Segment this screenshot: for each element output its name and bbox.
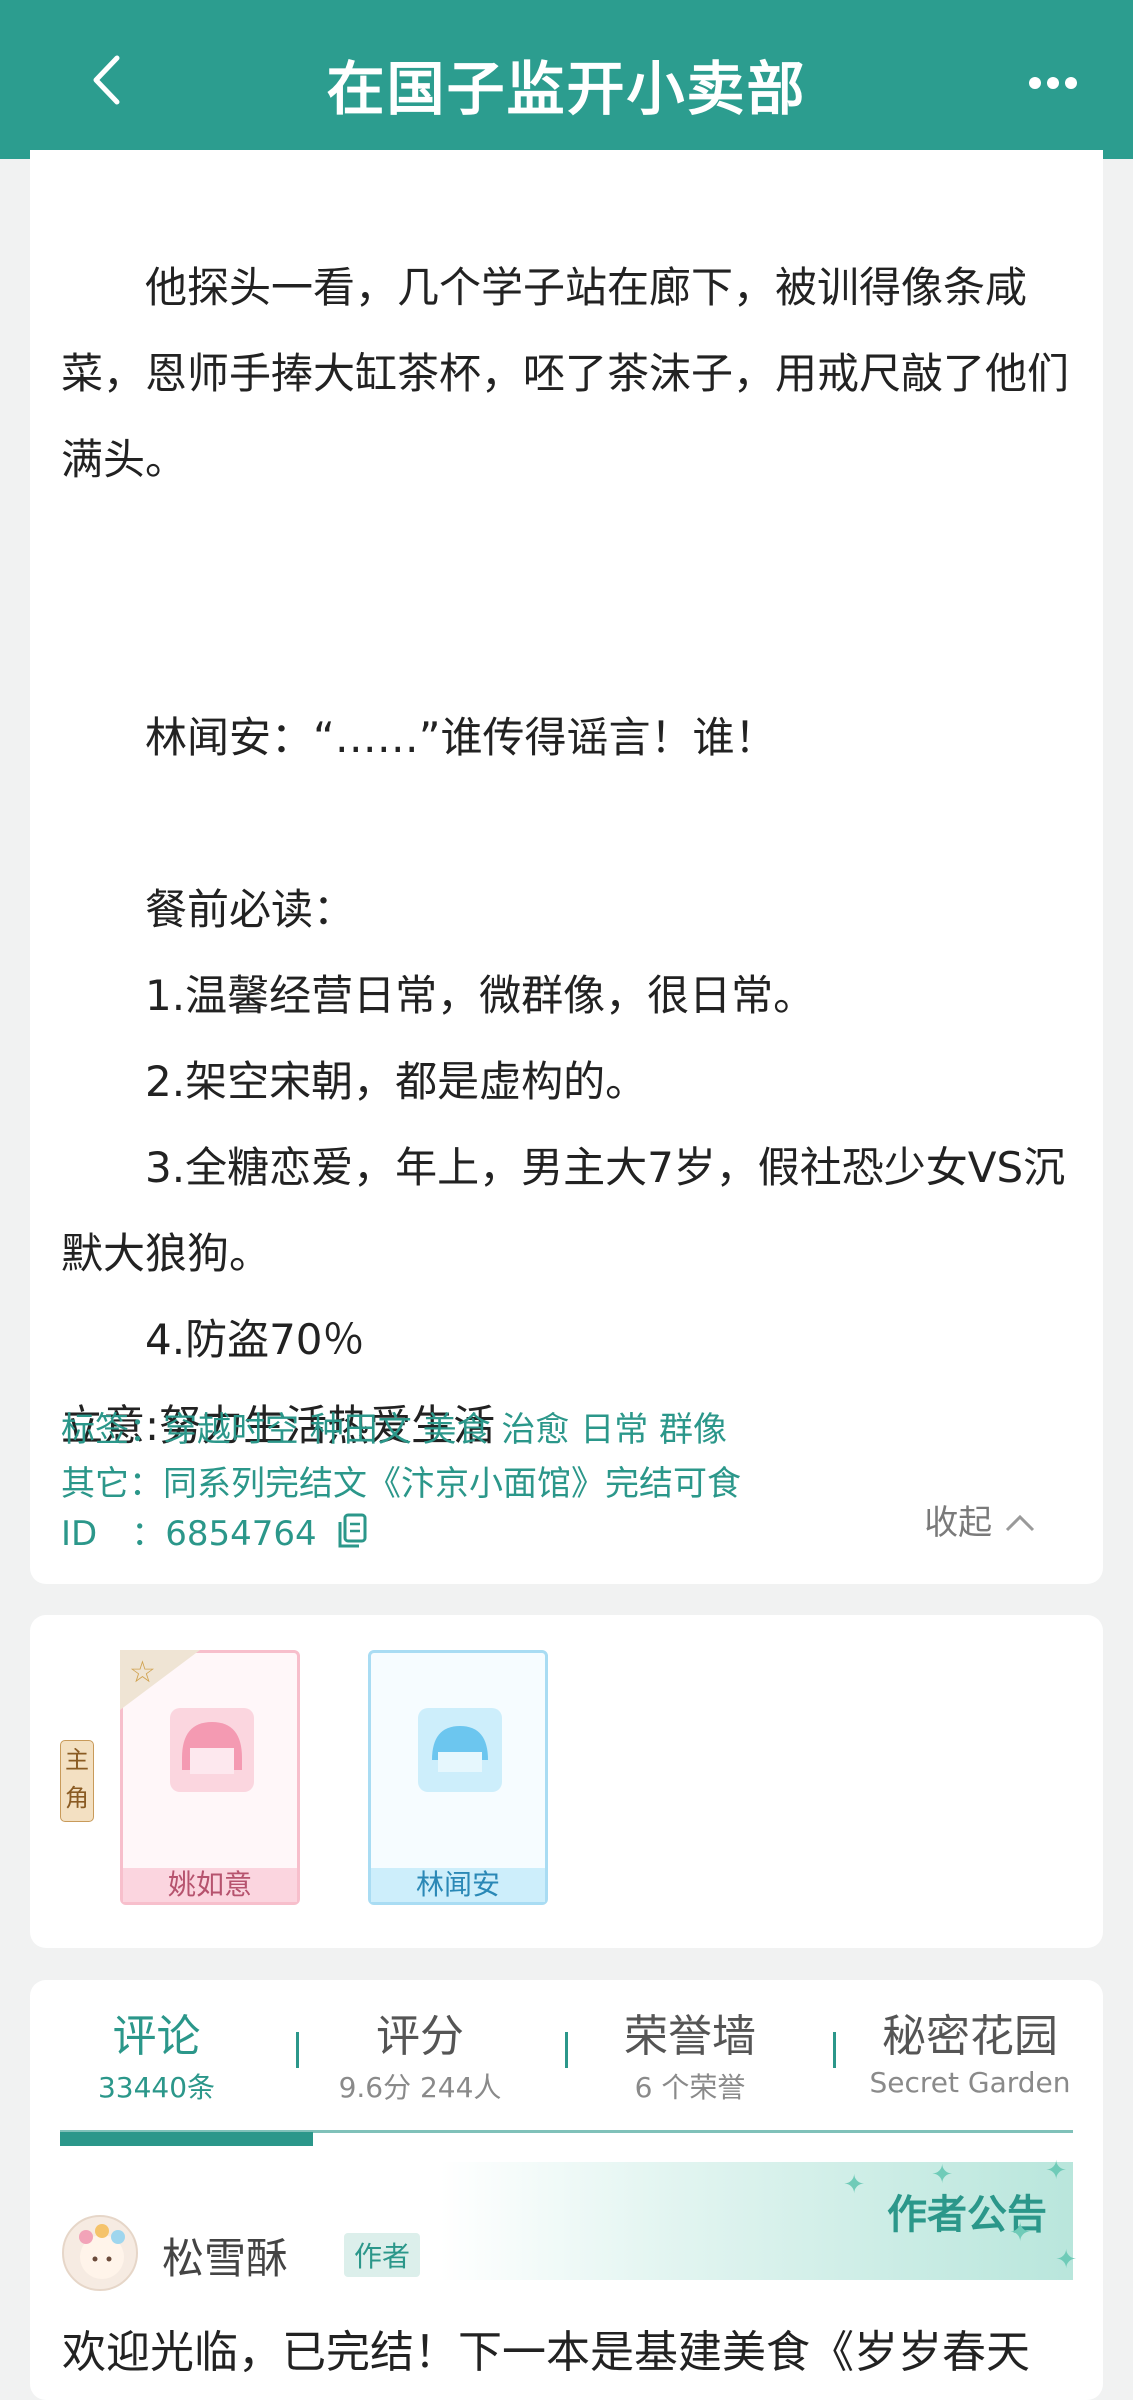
lead-role-tag: 主角 — [60, 1740, 94, 1822]
copy-icon[interactable] — [337, 1513, 367, 1558]
tags-label: 标签： — [61, 1410, 163, 1450]
tab-comments[interactable]: 评论 33440条 — [60, 2000, 253, 2106]
sparkle-icon: ✦ — [931, 2160, 953, 2190]
star-icon: ☆ — [129, 1655, 156, 1690]
character-card[interactable]: 林闻安 — [368, 1650, 548, 1905]
other-row: 其它：同系列完结文《汴京小面馆》完结可食 — [61, 1456, 741, 1505]
sparkle-icon: ✦ — [1055, 2245, 1077, 2275]
other-text[interactable]: 同系列完结文《汴京小面馆》完结可食 — [163, 1464, 741, 1504]
id-row: ID ：6854764 — [61, 1506, 367, 1558]
tab-title: 评分 — [376, 2011, 464, 2062]
id-label: ID ： — [61, 1514, 166, 1554]
character-avatar — [418, 1708, 502, 1792]
sparkle-icon: ✦ — [843, 2170, 865, 2200]
tags-row: 标签：穿越时空 种田文 美食 治愈 日常 群像 — [61, 1402, 727, 1451]
tags-list[interactable]: 穿越时空 种田文 美食 治愈 日常 群像 — [163, 1410, 727, 1450]
tab-subtitle: Secret Garden — [869, 2066, 1071, 2099]
tab-title: 荣誉墙 — [624, 2011, 756, 2062]
character-name: 林闻安 — [371, 1868, 545, 1902]
intro-paragraph: 4.防盗70％ — [61, 1315, 365, 1364]
author-badge: 作者 — [344, 2233, 421, 2277]
sparkle-icon: ✦ — [1009, 2218, 1031, 2248]
tab-subtitle: 33440条 — [97, 2071, 216, 2104]
character-name: 姚如意 — [123, 1868, 297, 1902]
tab-title: 评论 — [112, 2011, 201, 2062]
tab-divider — [833, 2032, 836, 2068]
roles-card: 主角 ☆ 姚如意 林闻安 — [30, 1615, 1103, 1948]
character-card[interactable]: ☆ 姚如意 — [120, 1650, 300, 1905]
character-avatar — [170, 1708, 254, 1792]
tab-divider — [565, 2032, 568, 2068]
comment-text: 欢迎光临，已完结！下一本是基建美食《岁岁春天 — [62, 2327, 1030, 2378]
page-title: 在国子监开小卖部 — [326, 55, 807, 123]
tab-subtitle: 9.6分 244人 — [338, 2071, 502, 2104]
tab-rating[interactable]: 评分 9.6分 244人 — [320, 2000, 520, 2106]
tab-honor-wall[interactable]: 荣誉墙 6 个荣誉 — [590, 2000, 790, 2106]
avatar[interactable] — [62, 2215, 138, 2291]
chevron-up-icon — [1005, 1514, 1035, 1532]
intro-paragraph: 餐前必读： — [61, 885, 356, 934]
intro-paragraph: 他探头一看，几个学子站在廊下，被训得像条咸菜，恩师手捧大缸茶杯，呸了茶沫子，用戒… — [61, 263, 1070, 484]
comments-card: 评论 33440条 评分 9.6分 244人 荣誉墙 6 个荣誉 秘密花园 Se… — [30, 1980, 1103, 2400]
intro-paragraph: 1.温馨经营日常，微群像，很日常。 — [61, 971, 816, 1020]
tab-subtitle: 6 个荣誉 — [634, 2071, 746, 2104]
author-name: 松雪酥 — [162, 2234, 289, 2283]
app-header: 在国子监开小卖部 — [0, 0, 1133, 159]
other-label: 其它： — [61, 1464, 163, 1504]
book-id: 6854764 — [165, 1514, 317, 1554]
sparkle-icon: ✦ — [1045, 2156, 1067, 2186]
intro-paragraph: 2.架空宋朝，都是虚构的。 — [61, 1057, 648, 1106]
intro-paragraph: 林闻安：“……”谁传得谣言！谁！ — [61, 713, 777, 762]
more-button[interactable] — [1023, 58, 1083, 108]
tab-secret-garden[interactable]: 秘密花园 Secret Garden — [855, 2000, 1085, 2099]
more-dots-icon — [1029, 77, 1077, 89]
intro-paragraph: 3.全糖恋爱，年上，男主大7岁，假社恐少女VS沉默大狼狗。 — [61, 1143, 1066, 1278]
tab-divider — [296, 2032, 299, 2068]
tab-title: 秘密花园 — [882, 2011, 1058, 2062]
tab-indicator — [60, 2132, 313, 2146]
collapse-label: 收起 — [924, 1503, 993, 1543]
intro-card: 他探头一看，几个学子站在廊下，被训得像条咸菜，恩师手捧大缸茶杯，呸了茶沫子，用戒… — [30, 150, 1103, 1584]
collapse-button[interactable]: 收起 — [924, 1495, 1037, 1544]
